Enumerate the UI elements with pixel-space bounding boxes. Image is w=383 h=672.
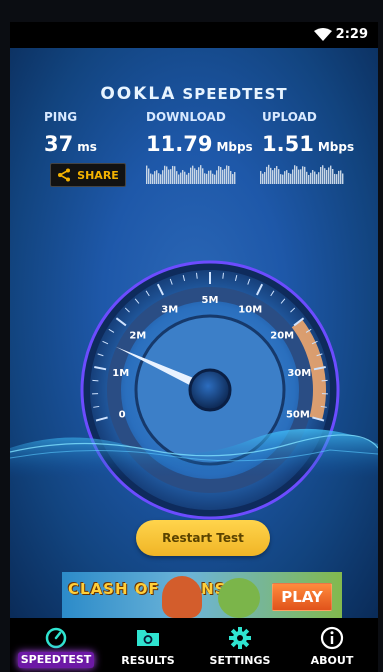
folder-icon — [137, 630, 159, 646]
gauge-tick-label: 2M — [129, 331, 146, 342]
gauge-tick-label: 20M — [270, 331, 294, 342]
tab-about[interactable]: ABOUT — [286, 618, 378, 672]
gauge-tick-label: 1M — [112, 368, 129, 379]
tab-speedtest[interactable]: SPEEDTEST — [10, 618, 102, 672]
gauge-tick-label: 0 — [119, 410, 126, 421]
info-icon — [320, 626, 344, 650]
gauge-tick-label: 10M — [238, 304, 262, 315]
gauge-tick-label: 5M — [202, 295, 219, 306]
bottom-tab-bar: SPEEDTEST RESULTS SETTINGS ABOUT — [10, 618, 378, 672]
ad-banner[interactable]: CLASH OF CLANS PLAY — [62, 572, 342, 620]
ad-play-button[interactable]: PLAY — [272, 583, 332, 611]
speedtest-app: OOKLA SPEEDTEST PING 37 ms DOWNLOAD 11.79 M… — [10, 48, 378, 620]
status-time: 2:29 — [335, 27, 368, 42]
gauge-tick-label: 30M — [287, 368, 311, 379]
wifi-icon — [314, 28, 332, 41]
gauge-tick-mark — [222, 272, 224, 279]
ad-character-image — [162, 576, 202, 618]
tab-label: ABOUT — [310, 654, 354, 667]
restart-test-button[interactable]: Restart Test — [136, 520, 270, 556]
ad-title: CLASH OF CLANS — [68, 580, 227, 598]
phone-screen: 2:29 OOKLA SPEEDTEST PING 37 ms DOWNLOAD 1… — [10, 22, 378, 672]
status-bar: 2:29 — [10, 22, 378, 48]
speedometer-icon — [45, 627, 67, 649]
gear-icon — [229, 627, 251, 649]
gauge-tick-mark — [196, 272, 198, 279]
tab-settings[interactable]: SETTINGS — [194, 618, 286, 672]
gauge-tick-label: 50M — [286, 410, 310, 421]
gauge-tick-label: 3M — [161, 304, 178, 315]
tab-results[interactable]: RESULTS — [102, 618, 194, 672]
gauge-hub — [188, 368, 232, 412]
tab-label: SETTINGS — [209, 654, 271, 667]
tab-label: SPEEDTEST — [18, 652, 94, 668]
ad-goblin-image — [218, 578, 260, 618]
tab-label: RESULTS — [121, 654, 175, 667]
